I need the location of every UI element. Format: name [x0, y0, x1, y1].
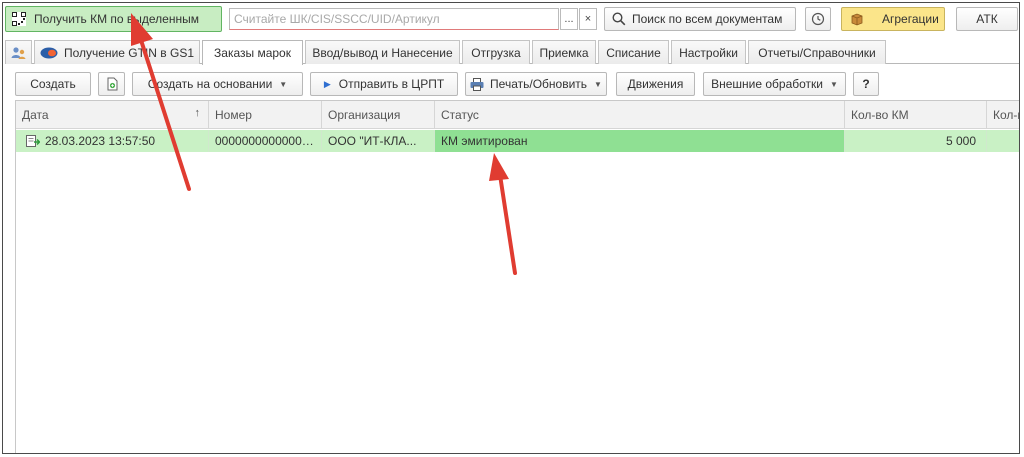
dropdown-arrow-icon: ▼ — [829, 79, 838, 89]
play-arrow-icon: ▶ — [323, 78, 331, 89]
global-search-button[interactable]: Поиск по всем документам — [604, 7, 796, 31]
movements-button[interactable]: Движения — [616, 72, 695, 96]
print-refresh-label: Печать/Обновить — [490, 77, 588, 91]
send-crpt-button[interactable]: ▶ Отправить в ЦРПТ — [310, 72, 458, 96]
print-refresh-button[interactable]: Печать/Обновить ▼ — [465, 72, 607, 96]
app-window: Получить КМ по выделенным ... × Поиск по… — [2, 2, 1020, 454]
get-km-selected-button[interactable]: Получить КМ по выделенным — [5, 6, 222, 32]
atk-button[interactable]: АТК — [956, 7, 1018, 31]
cell-status: КМ эмитирован — [435, 130, 845, 152]
cell-qty2 — [987, 130, 1019, 152]
create-based-on-label: Создать на основании — [147, 77, 273, 91]
aggregation-label: Агрегации — [882, 12, 939, 26]
search-icon — [612, 12, 626, 26]
top-toolbar: Получить КМ по выделенным ... × Поиск по… — [3, 3, 1019, 35]
row-date: 28.03.2023 13:57:50 — [45, 134, 156, 148]
history-button[interactable] — [805, 7, 831, 31]
tab-receiving[interactable]: Приемка — [532, 40, 596, 64]
send-crpt-label: Отправить в ЦРПТ — [338, 77, 445, 91]
tab-writeoff[interactable]: Списание — [598, 40, 669, 64]
column-header-number[interactable]: Номер — [209, 101, 322, 129]
qr-code-icon — [12, 12, 26, 26]
create-based-on-button[interactable]: Создать на основании ▼ — [132, 72, 303, 96]
cell-organization: ООО "ИТ-КЛА... — [322, 130, 435, 152]
gs1-logo-icon — [40, 47, 58, 58]
copy-button[interactable] — [98, 72, 125, 96]
tab-gtin-gs1-label: Получение GTIN в GS1 — [63, 45, 195, 60]
tab-users[interactable] — [5, 40, 32, 64]
copy-document-icon — [107, 77, 117, 91]
create-button[interactable]: Создать — [15, 72, 91, 96]
box-icon — [851, 13, 863, 26]
cell-date: 28.03.2023 13:57:50 — [16, 130, 209, 152]
cell-km-qty: 5 000 — [845, 130, 987, 152]
scan-code-input[interactable] — [229, 8, 559, 30]
external-processing-label: Внешние обработки — [711, 77, 823, 91]
tab-input-output[interactable]: Ввод/вывод и Нанесение — [305, 40, 460, 64]
sort-ascending-icon: ↑ — [194, 107, 201, 119]
printer-icon — [470, 77, 484, 91]
clear-button[interactable]: × — [579, 8, 597, 30]
tab-mark-orders[interactable]: Заказы марок — [202, 40, 303, 65]
column-header-organization[interactable]: Организация — [322, 101, 435, 129]
column-header-status[interactable]: Статус — [435, 101, 845, 129]
get-km-selected-label: Получить КМ по выделенным — [34, 12, 199, 26]
global-search-label: Поиск по всем документам — [632, 12, 783, 26]
table-row[interactable]: 28.03.2023 13:57:50 000000000000001 ООО … — [16, 130, 1019, 152]
table-header: Дата ↑ Номер Организация Статус Кол-во К… — [16, 101, 1019, 129]
orders-table: Дата ↑ Номер Организация Статус Кол-во К… — [15, 100, 1019, 453]
external-processing-button[interactable]: Внешние обработки ▼ — [703, 72, 846, 96]
column-header-date[interactable]: Дата ↑ — [16, 101, 209, 129]
column-header-qty2[interactable]: Кол-в — [987, 101, 1019, 129]
cell-number: 000000000000001 — [209, 130, 322, 152]
more-button[interactable]: ... — [560, 8, 578, 30]
command-bar: Создать Создать на основании ▼ ▶ Отправи… — [3, 67, 1019, 99]
help-button[interactable]: ? — [853, 72, 879, 96]
section-tabs: Получение GTIN в GS1 Заказы марок Ввод/в… — [5, 39, 1019, 65]
dropdown-arrow-icon: ▼ — [279, 79, 288, 89]
users-icon — [11, 46, 25, 59]
aggregation-button[interactable]: Агрегации — [841, 7, 945, 31]
dropdown-arrow-icon: ▼ — [594, 79, 602, 89]
tab-settings[interactable]: Настройки — [671, 40, 746, 64]
tab-gtin-gs1[interactable]: Получение GTIN в GS1 — [34, 40, 200, 64]
document-posted-icon — [26, 135, 41, 147]
tab-shipment[interactable]: Отгрузка — [462, 40, 530, 64]
tab-reports[interactable]: Отчеты/Справочники — [748, 40, 886, 64]
column-header-km-qty[interactable]: Кол-во КМ — [845, 101, 987, 129]
history-clock-icon — [811, 12, 825, 26]
